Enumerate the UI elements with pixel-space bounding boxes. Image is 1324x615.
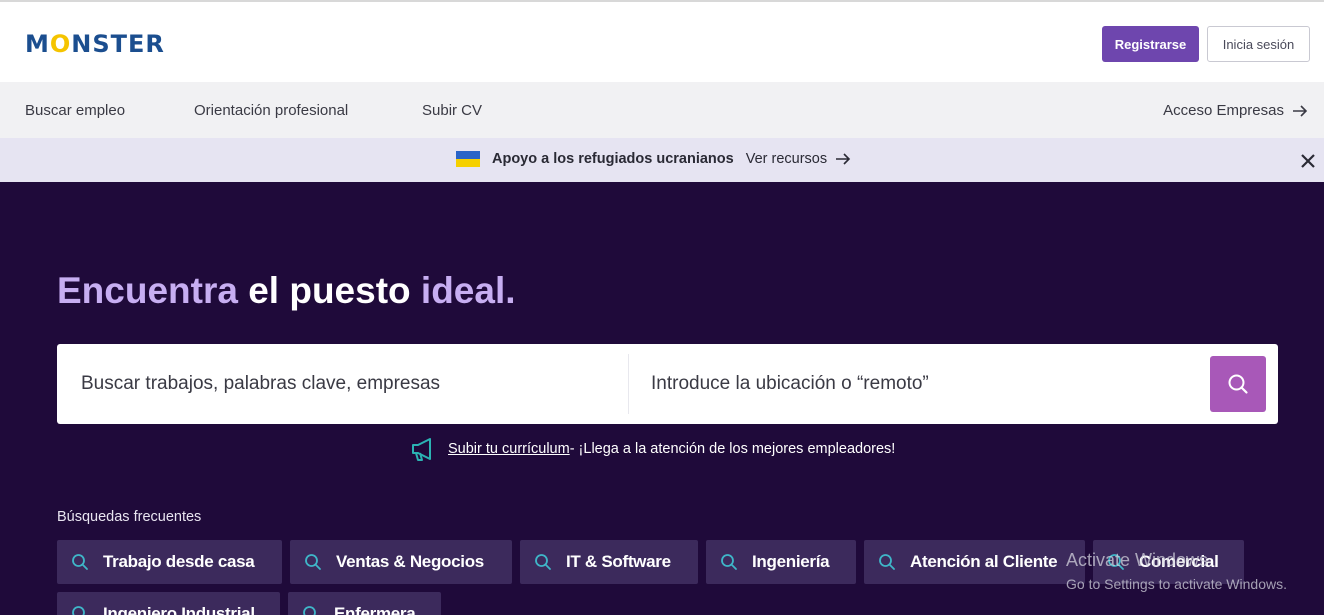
chip-ingenieria[interactable]: Ingeniería (706, 540, 856, 584)
chip-atencion-cliente[interactable]: Atención al Cliente (864, 540, 1085, 584)
main-nav: Buscar empleo Orientación profesional Su… (0, 82, 1324, 138)
chip-it-software[interactable]: IT & Software (520, 540, 698, 584)
login-button[interactable]: Inicia sesión (1207, 26, 1310, 62)
arrow-right-icon (1293, 104, 1308, 117)
register-button[interactable]: Registrarse (1102, 26, 1199, 62)
arrow-right-icon (836, 153, 851, 165)
search-icon (1228, 374, 1248, 394)
hero-title: Encuentra el puesto ideal. (57, 270, 516, 312)
cv-promo: Subir tu currículum - ¡Llega a la atenci… (410, 436, 895, 462)
monster-logo[interactable]: MONSTER (25, 30, 165, 58)
ukraine-banner: Apoyo a los refugiados ucranianos Ver re… (0, 138, 1324, 182)
search-icon (721, 554, 737, 570)
chip-label: Trabajo desde casa (103, 552, 255, 571)
search-icon (535, 554, 551, 570)
chip-enfermera[interactable]: Enfermera (288, 592, 441, 615)
employers-access-link[interactable]: Acceso Empresas (1163, 102, 1308, 119)
search-icon (1108, 554, 1124, 570)
chip-label: Ventas & Negocios (336, 552, 484, 571)
megaphone-icon (412, 438, 431, 461)
banner-resources-link[interactable]: Ver recursos (746, 151, 851, 167)
nav-item-buscar-empleo[interactable]: Buscar empleo (25, 102, 125, 119)
search-icon (72, 554, 88, 570)
chip-label: Atención al Cliente (910, 552, 1058, 571)
nav-item-orientacion[interactable]: Orientación profesional (194, 102, 348, 119)
hero-title-part3: ideal. (420, 270, 516, 311)
chip-ingeniero-industrial[interactable]: Ingeniero Industrial (57, 592, 280, 615)
banner-text: Apoyo a los refugiados ucranianos (492, 151, 734, 167)
search-icon (305, 554, 321, 570)
header: MONSTER Registrarse Inicia sesión (0, 0, 1324, 82)
search-icon (72, 606, 85, 615)
ukraine-flag-icon (456, 151, 480, 167)
search-icon (303, 606, 316, 615)
chip-label: Enfermera (334, 604, 416, 615)
upload-cv-link[interactable]: Subir tu currículum (448, 441, 570, 457)
search-icon (879, 554, 895, 570)
chip-ventas-negocios[interactable]: Ventas & Negocios (290, 540, 512, 584)
chip-label: Ingeniero Industrial (103, 604, 255, 615)
nav-item-subir-cv[interactable]: Subir CV (422, 102, 482, 119)
chip-trabajo-desde-casa[interactable]: Trabajo desde casa (57, 540, 282, 584)
close-icon[interactable] (1298, 151, 1318, 171)
search-box (57, 344, 1278, 424)
chip-label: Ingeniería (752, 552, 830, 571)
employers-label: Acceso Empresas (1163, 102, 1284, 119)
location-input[interactable] (629, 344, 1207, 424)
frequent-searches-label: Búsquedas frecuentes (57, 509, 202, 525)
keyword-search-input[interactable] (57, 344, 627, 424)
chip-comercial[interactable]: Comercial (1093, 540, 1244, 584)
chip-label: IT & Software (566, 552, 671, 571)
hero-title-part1: Encuentra (57, 270, 238, 311)
search-button[interactable] (1210, 356, 1266, 412)
cv-promo-text: - ¡Llega a la atención de los mejores em… (569, 441, 896, 457)
chip-label: Comercial (1139, 552, 1219, 571)
hero-title-part2: el puesto (248, 270, 411, 311)
banner-link-label: Ver recursos (745, 151, 828, 167)
